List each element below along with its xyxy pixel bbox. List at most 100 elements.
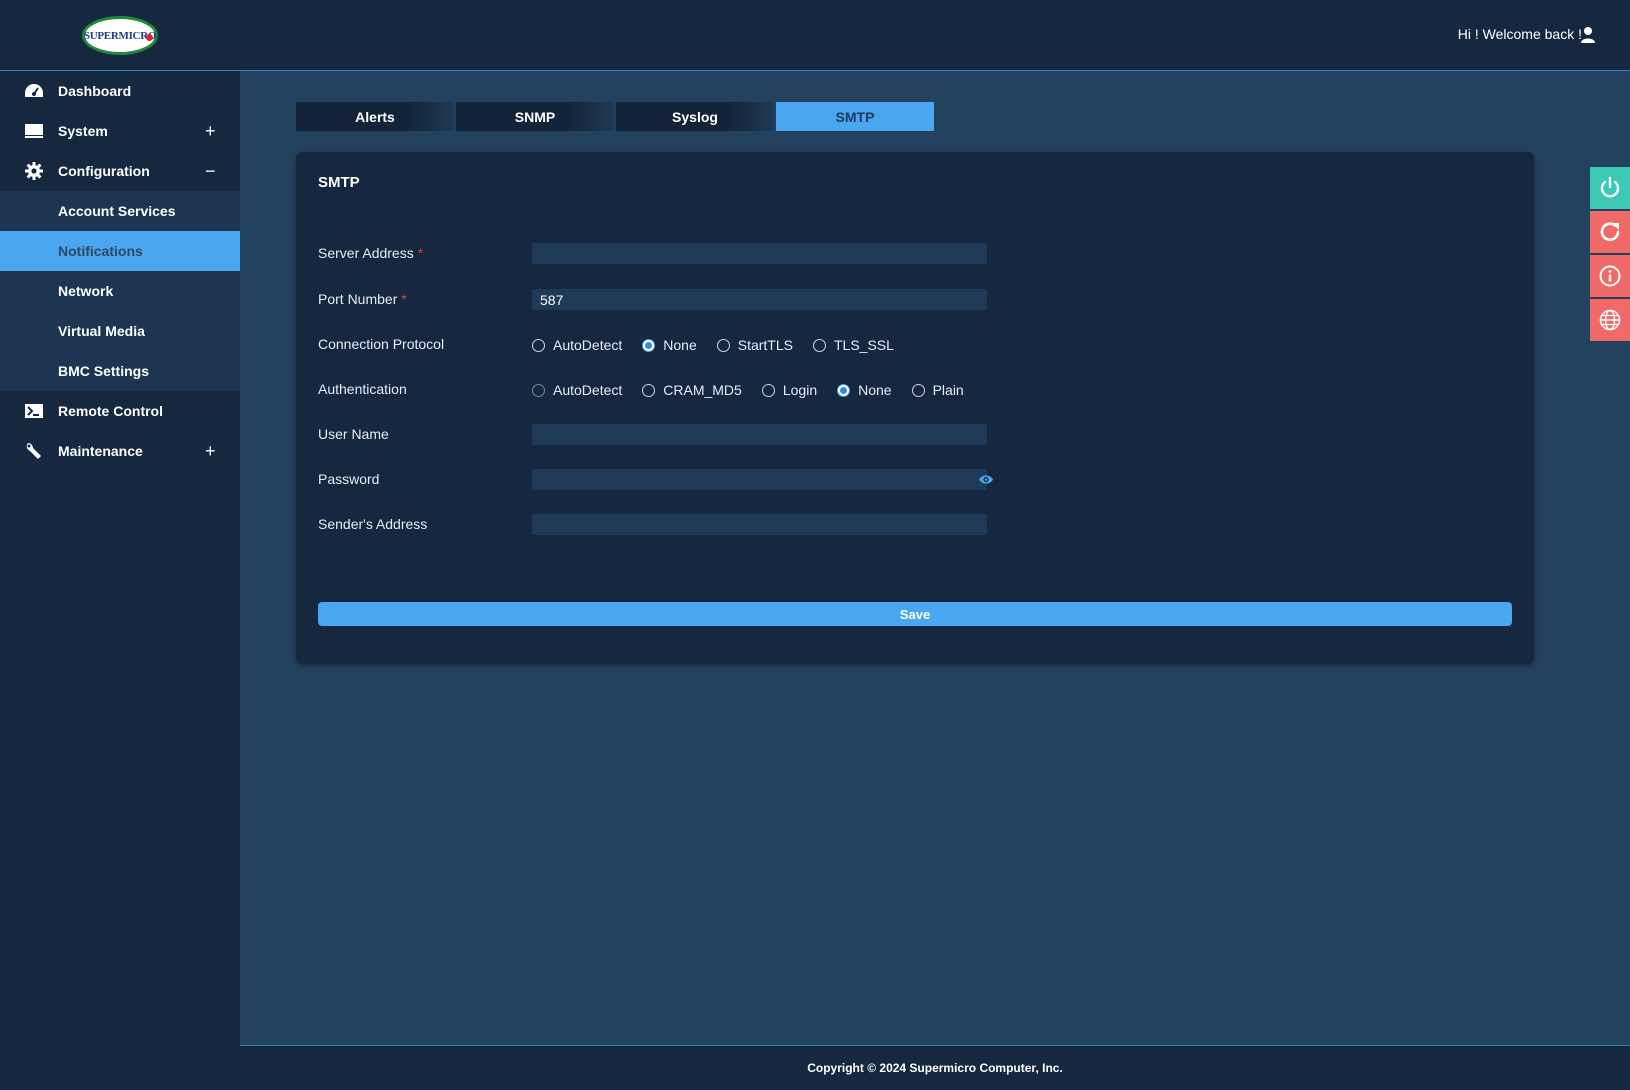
radio-auth-autodetect[interactable]: AutoDetect [532, 382, 622, 398]
sidebar-item-label: Configuration [58, 163, 150, 179]
language-button[interactable] [1590, 299, 1630, 341]
collapse-toggle[interactable]: − [205, 161, 216, 182]
sidebar-item-notifications[interactable]: Notifications [0, 231, 240, 271]
connection-protocol-row: Connection Protocol AutoDetect None Star… [318, 334, 1518, 356]
terminal-icon [24, 402, 44, 420]
radio-auth-cram-md5[interactable]: CRAM_MD5 [642, 382, 742, 398]
radio-auth-none[interactable]: None [837, 382, 892, 398]
sender-address-label: Sender's Address [318, 516, 428, 532]
panel-title: SMTP [318, 174, 360, 191]
radio-label: StartTLS [737, 337, 793, 353]
radio-label: None [858, 382, 892, 398]
sidebar-item-label: Remote Control [58, 403, 163, 419]
radio-label: CRAM_MD5 [663, 382, 742, 398]
tab-alerts[interactable]: Alerts [296, 102, 454, 131]
sender-address-input[interactable] [532, 514, 987, 535]
info-icon [1599, 265, 1621, 287]
server-address-row: Server Address * [318, 243, 1518, 265]
sidebar-item-dashboard[interactable]: Dashboard [0, 71, 240, 111]
radio-circle [812, 338, 826, 352]
port-number-label-text: Port Number [318, 291, 398, 307]
required-marker: * [417, 245, 424, 261]
wrench-icon [24, 442, 44, 460]
sidebar-item-system[interactable]: System + [0, 111, 240, 151]
sidebar-item-maintenance[interactable]: Maintenance + [0, 431, 240, 471]
radio-conn-none[interactable]: None [642, 337, 697, 353]
expand-toggle[interactable]: + [205, 441, 216, 462]
sidebar-item-account-services[interactable]: Account Services [0, 191, 240, 231]
footer: Copyright © 2024 Supermicro Computer, In… [240, 1045, 1630, 1090]
sidebar-item-label: Maintenance [58, 443, 143, 459]
power-button[interactable] [1590, 167, 1630, 209]
radio-circle [532, 383, 545, 397]
notification-tabs: Alerts SNMP Syslog SMTP [296, 102, 936, 131]
authentication-label: Authentication [318, 381, 407, 397]
user-name-row: User Name [318, 424, 1518, 446]
password-input[interactable] [532, 469, 987, 490]
user-icon[interactable] [1580, 26, 1596, 44]
password-row: Password [318, 469, 1518, 491]
sidebar-item-label: System [58, 123, 108, 139]
connection-protocol-label: Connection Protocol [318, 336, 445, 352]
port-number-label: Port Number * [318, 291, 407, 307]
copyright-text: Copyright © 2024 Supermicro Computer, In… [807, 1061, 1063, 1075]
radio-label: AutoDetect [553, 382, 623, 398]
save-button[interactable]: Save [318, 602, 1512, 626]
radio-label: AutoDetect [553, 337, 623, 353]
dashboard-gauge-icon [24, 82, 44, 100]
connection-protocol-radio-group: AutoDetect None StartTLS TLS_SSL [532, 334, 914, 356]
sidebar-item-label: Dashboard [58, 83, 132, 99]
radio-auth-plain[interactable]: Plain [911, 382, 964, 398]
user-name-input[interactable] [532, 424, 987, 445]
radio-label: Login [782, 382, 818, 398]
radio-auth-login[interactable]: Login [761, 382, 818, 398]
tab-smtp[interactable]: SMTP [776, 102, 934, 131]
sidebar-item-configuration[interactable]: Configuration − [0, 151, 240, 191]
sidebar-item-bmc-settings[interactable]: BMC Settings [0, 351, 240, 391]
server-address-input[interactable] [532, 243, 987, 264]
required-marker: * [401, 291, 407, 307]
globe-icon [1599, 309, 1621, 331]
radio-label: Plain [932, 382, 964, 398]
authentication-row: Authentication AutoDetect CRAM_MD5 Login… [318, 379, 1518, 401]
configuration-submenu: Account Services Notifications Network V… [0, 191, 240, 391]
radio-circle-checked [642, 338, 656, 352]
radio-circle [716, 338, 730, 352]
tab-syslog[interactable]: Syslog [616, 102, 774, 131]
logo-dot [146, 34, 153, 41]
authentication-radio-group: AutoDetect CRAM_MD5 Login None Plain [532, 379, 984, 401]
top-header: SUPERMICRO Hi ! Welcome back ! [0, 0, 1630, 71]
sender-address-row: Sender's Address [318, 514, 1518, 536]
quick-actions [1590, 167, 1630, 343]
sidebar: Dashboard System + Configuration − Accou… [0, 71, 240, 1090]
server-address-label: Server Address * [318, 245, 423, 261]
radio-label: None [663, 337, 697, 353]
refresh-button[interactable] [1590, 211, 1630, 253]
smtp-panel: SMTP Server Address* Port Number* Connec… [296, 152, 1534, 664]
sidebar-item-network[interactable]: Network [0, 271, 240, 311]
info-button[interactable] [1590, 255, 1630, 297]
radio-conn-tls-ssl[interactable]: TLS_SSL [812, 337, 894, 353]
port-number-input[interactable] [532, 289, 987, 310]
gear-icon [24, 162, 44, 180]
radio-circle [911, 383, 925, 397]
password-label: Password [318, 471, 380, 487]
sidebar-item-remote-control[interactable]: Remote Control [0, 391, 240, 431]
refresh-icon [1600, 222, 1620, 241]
expand-toggle[interactable]: + [205, 121, 216, 142]
user-name-label: User Name [318, 426, 389, 442]
supermicro-logo[interactable]: SUPERMICRO [82, 16, 158, 55]
monitor-icon [24, 122, 44, 140]
radio-conn-autodetect[interactable]: AutoDetect [532, 337, 622, 353]
port-number-row: Port Number * [318, 289, 1518, 311]
radio-conn-starttls[interactable]: StartTLS [716, 337, 793, 353]
show-password-eye-icon[interactable] [978, 474, 994, 485]
power-icon [1600, 176, 1620, 198]
radio-circle [642, 383, 656, 397]
welcome-message: Hi ! Welcome back ! [1457, 26, 1582, 42]
tab-snmp[interactable]: SNMP [456, 102, 614, 131]
radio-circle-checked [837, 383, 851, 397]
sidebar-item-virtual-media[interactable]: Virtual Media [0, 311, 240, 351]
radio-circle [761, 383, 775, 397]
radio-circle [532, 338, 545, 352]
